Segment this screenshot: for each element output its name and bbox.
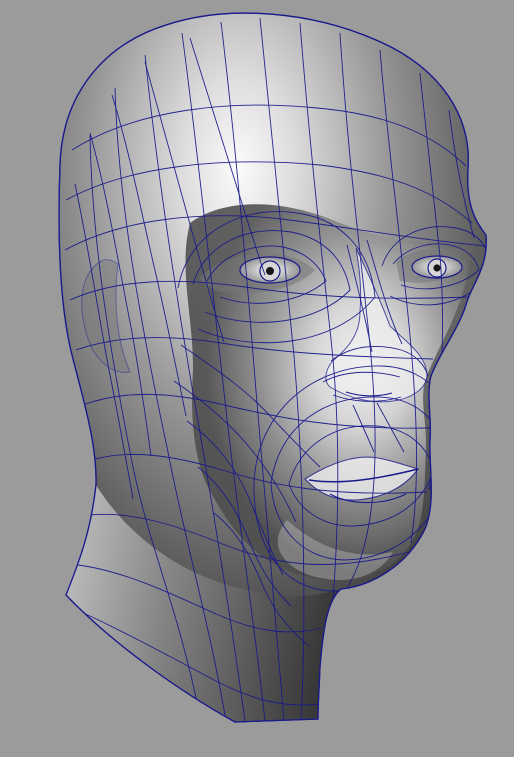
head-mesh-render[interactable] (0, 0, 514, 757)
3d-viewport[interactable] (0, 0, 514, 757)
head-mesh-icon (58, 12, 487, 723)
